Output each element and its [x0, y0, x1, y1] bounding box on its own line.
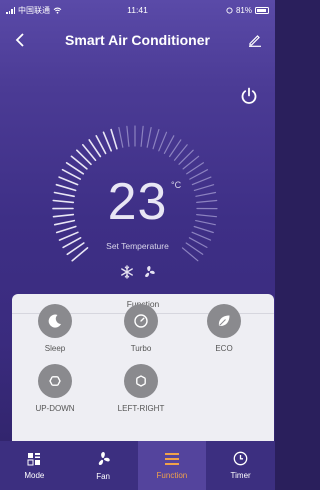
- dial-tick: [118, 127, 124, 148]
- dial-tick: [126, 125, 130, 147]
- turbo-function-button[interactable]: Turbo: [106, 304, 176, 353]
- tab-timer-label: Timer: [230, 471, 251, 480]
- dial-tick: [102, 131, 112, 152]
- tab-function-label: Function: [156, 470, 188, 480]
- dial-tick: [152, 129, 160, 150]
- tab-mode-label: Mode: [24, 470, 45, 480]
- power-button[interactable]: [237, 84, 261, 108]
- status-bar: 中国联通 11:41 81%: [0, 0, 275, 20]
- speedometer-icon: [134, 314, 148, 328]
- dial-tick: [158, 131, 168, 152]
- function-panel: Function Sleep Turbo: [12, 294, 274, 441]
- snowflake-icon: [120, 265, 133, 279]
- menu-lines-icon: [164, 452, 179, 465]
- tab-function[interactable]: Function: [137, 441, 207, 490]
- app-screen: 中国联通 11:41 81% Smart Air Conditioner 23 …: [0, 0, 275, 490]
- temperature-label: Set Temperature: [106, 241, 169, 251]
- sleep-label: Sleep: [44, 344, 66, 353]
- edit-button[interactable]: [243, 28, 267, 52]
- up-down-label: UP-DOWN: [35, 404, 75, 413]
- fan-mode-icon: [144, 266, 155, 278]
- dial-tick: [140, 125, 144, 147]
- left-right-function-button[interactable]: LEFT-RIGHT: [106, 364, 176, 413]
- dial-tick: [146, 127, 152, 148]
- tab-timer[interactable]: Timer: [206, 441, 275, 490]
- bottom-tab-bar: Mode Fan Function Timer: [0, 441, 275, 490]
- battery-icon: [255, 6, 269, 14]
- sleep-function-button[interactable]: Sleep: [20, 304, 90, 353]
- moon-icon: [48, 314, 61, 328]
- chevron-left-icon: [15, 33, 24, 47]
- dial-tick: [163, 135, 175, 155]
- mode-indicators: [0, 265, 275, 279]
- clock-icon: [233, 451, 248, 466]
- mode-grid-icon: [27, 452, 41, 465]
- up-down-swing-icon: [49, 376, 61, 386]
- dial-tick: [95, 134, 107, 155]
- page-title: Smart Air Conditioner: [65, 32, 210, 48]
- tab-mode[interactable]: Mode: [0, 441, 69, 490]
- temperature-unit: °C: [171, 180, 182, 190]
- left-right-label: LEFT-RIGHT: [117, 404, 165, 413]
- dial-tick: [58, 231, 79, 241]
- leaf-icon: [218, 315, 230, 327]
- eco-label: ECO: [215, 344, 233, 353]
- tab-fan[interactable]: Fan: [69, 441, 138, 490]
- fan-icon: [98, 451, 110, 465]
- temperature-value: 23: [107, 173, 168, 231]
- tab-fan-label: Fan: [96, 471, 111, 481]
- left-right-swing-icon: [136, 375, 146, 387]
- up-down-function-button[interactable]: UP-DOWN: [20, 364, 90, 413]
- back-button[interactable]: [8, 28, 32, 52]
- turbo-label: Turbo: [130, 344, 152, 353]
- power-icon: [241, 87, 257, 104]
- navigation-bar: Smart Air Conditioner: [0, 20, 275, 60]
- status-time: 11:41: [127, 5, 148, 15]
- pencil-icon: [249, 35, 261, 47]
- dial-tick: [110, 128, 118, 150]
- eco-function-button[interactable]: ECO: [189, 304, 259, 353]
- dial-tick: [191, 231, 212, 241]
